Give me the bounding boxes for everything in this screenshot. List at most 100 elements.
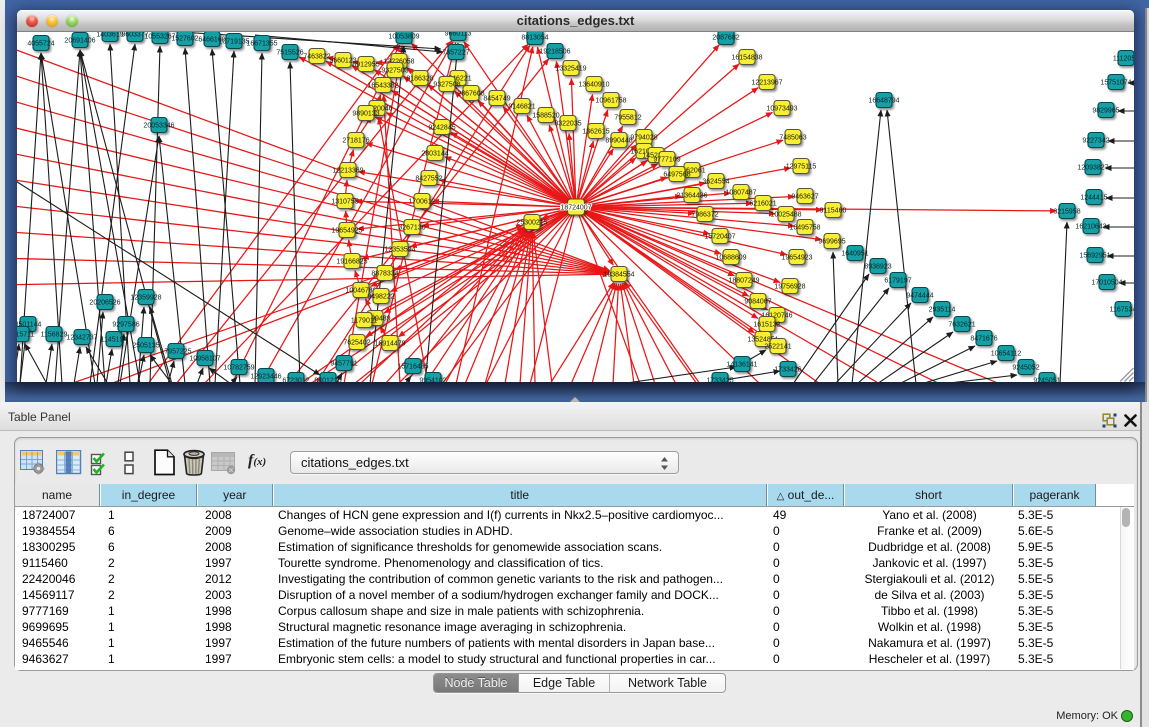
- svg-text:9457791: 9457791: [330, 361, 357, 368]
- svg-text:1640951: 1640951: [841, 251, 868, 258]
- svg-text:12923446: 12923446: [250, 374, 281, 381]
- svg-text:9115460: 9115460: [820, 208, 847, 215]
- svg-text:1403619: 1403619: [96, 32, 123, 39]
- svg-text:9474444: 9474444: [906, 293, 933, 300]
- svg-text:3267130: 3267130: [398, 225, 425, 232]
- svg-text:13640910: 13640910: [578, 82, 609, 89]
- svg-text:9463627: 9463627: [791, 194, 818, 201]
- svg-text:8186328: 8186328: [406, 76, 433, 83]
- svg-text:9227342: 9227342: [1082, 138, 1109, 145]
- svg-text:16648794: 16648794: [868, 98, 899, 105]
- svg-text:6179197: 6179197: [884, 278, 911, 285]
- svg-text:17010504: 17010504: [1091, 280, 1122, 287]
- svg-text:2803144: 2803144: [421, 151, 448, 158]
- svg-text:9146821: 9146821: [508, 104, 535, 111]
- svg-text:10025488: 10025488: [770, 212, 801, 219]
- svg-text:6216021: 6216021: [749, 201, 776, 208]
- svg-text:8454749: 8454749: [483, 96, 510, 103]
- svg-text:1167534: 1167534: [1110, 307, 1134, 314]
- svg-text:7625402: 7625402: [343, 340, 370, 347]
- svg-text:1310755: 1310755: [331, 199, 358, 206]
- svg-text:7955812: 7955812: [614, 115, 641, 122]
- svg-text:8813054: 8813054: [521, 35, 548, 42]
- svg-text:8938923: 8938923: [864, 264, 891, 271]
- svg-text:13325419: 13325419: [555, 66, 586, 73]
- svg-text:12342737: 12342737: [66, 335, 97, 342]
- svg-text:19218506: 19218506: [539, 49, 570, 56]
- svg-text:1615132: 1615132: [753, 322, 780, 329]
- svg-text:15692951: 15692951: [1079, 253, 1110, 260]
- svg-text:12353594: 12353594: [384, 247, 415, 254]
- svg-text:12359928: 12359928: [130, 295, 161, 302]
- svg-text:3624554: 3624554: [702, 179, 729, 186]
- svg-text:8878334: 8878334: [371, 271, 398, 278]
- svg-text:10719135: 10719135: [218, 39, 249, 46]
- svg-text:2505135: 2505135: [132, 343, 159, 350]
- svg-text:18724007: 18724007: [560, 205, 591, 212]
- svg-text:12093827: 12093827: [1077, 165, 1108, 172]
- svg-text:9794028: 9794028: [630, 135, 657, 142]
- svg-text:4055724: 4055724: [27, 41, 54, 48]
- svg-text:16543382: 16543382: [367, 83, 398, 90]
- svg-text:1244415: 1244415: [1080, 195, 1107, 202]
- svg-text:7986372: 7986372: [691, 212, 718, 219]
- svg-text:18807249: 18807249: [728, 278, 759, 285]
- svg-text:10688609: 10688609: [715, 255, 746, 262]
- svg-text:19654923: 19654923: [781, 255, 812, 262]
- svg-text:19166825: 19166825: [336, 259, 367, 266]
- svg-text:9890133: 9890133: [352, 111, 379, 118]
- svg-text:9242845: 9242845: [428, 125, 455, 132]
- svg-text:9954102: 9954102: [419, 378, 446, 383]
- svg-text:20206526: 20206526: [89, 300, 120, 307]
- svg-text:20053346: 20053346: [143, 123, 174, 130]
- svg-text:3215958: 3215958: [1053, 209, 1080, 216]
- svg-text:1112051: 1112051: [1113, 56, 1134, 63]
- svg-text:9401215: 9401215: [314, 378, 341, 383]
- svg-text:9327508: 9327508: [433, 82, 460, 89]
- svg-text:1145194: 1145194: [101, 337, 128, 344]
- svg-text:9498222: 9498222: [367, 294, 394, 301]
- svg-text:14136141: 14136141: [726, 362, 757, 369]
- svg-text:2087682: 2087682: [712, 35, 739, 42]
- svg-text:2867608: 2867608: [457, 91, 484, 98]
- svg-text:6723012: 6723012: [282, 378, 309, 383]
- svg-text:12213369: 12213369: [332, 168, 363, 175]
- svg-text:7463822: 7463822: [303, 54, 330, 61]
- svg-text:8471676: 8471676: [970, 336, 997, 343]
- svg-text:1362615: 1362615: [582, 129, 609, 136]
- svg-text:8990448: 8990448: [605, 138, 632, 145]
- svg-text:7485063: 7485063: [779, 135, 806, 142]
- svg-text:17957225: 17957225: [160, 349, 191, 356]
- svg-text:20691406: 20691406: [64, 38, 95, 45]
- svg-text:8322035: 8322035: [554, 121, 581, 128]
- svg-text:9660113: 9660113: [445, 32, 472, 38]
- svg-text:19654925: 19654925: [331, 228, 362, 235]
- svg-text:9245052: 9245052: [1012, 365, 1039, 372]
- svg-text:6497568: 6497568: [663, 172, 690, 179]
- svg-text:1700612: 1700612: [408, 199, 435, 206]
- svg-text:2522141: 2522141: [764, 344, 791, 351]
- svg-text:16914479: 16914479: [374, 341, 405, 348]
- svg-text:15716485: 15716485: [397, 364, 428, 371]
- svg-text:9777109: 9777109: [653, 157, 680, 164]
- svg-text:7515526: 7515526: [276, 50, 303, 57]
- svg-text:2935114: 2935114: [929, 307, 956, 314]
- svg-text:9327503: 9327503: [381, 68, 408, 75]
- svg-text:16671355: 16671355: [246, 41, 277, 48]
- svg-text:10961758: 10961758: [595, 98, 626, 105]
- svg-text:1156829: 1156829: [41, 332, 68, 339]
- svg-text:25300215: 25300215: [516, 220, 547, 227]
- svg-text:15751074: 15751074: [1100, 80, 1131, 87]
- svg-text:15720407: 15720407: [704, 234, 735, 241]
- svg-text:3915711: 3915711: [17, 332, 34, 339]
- svg-text:19756928: 19756928: [774, 284, 805, 291]
- svg-text:12213967: 12213967: [751, 80, 782, 87]
- svg-text:10807487: 10807487: [725, 190, 756, 197]
- svg-text:10654112: 10654112: [991, 351, 1022, 358]
- svg-text:7632621: 7632621: [948, 322, 975, 329]
- svg-text:1733426: 1733426: [774, 367, 801, 374]
- svg-text:10782759: 10782759: [223, 365, 254, 372]
- svg-text:19384554: 19384554: [603, 272, 634, 279]
- svg-text:8427552: 8427552: [415, 176, 442, 183]
- svg-text:1733425: 1733425: [706, 378, 733, 383]
